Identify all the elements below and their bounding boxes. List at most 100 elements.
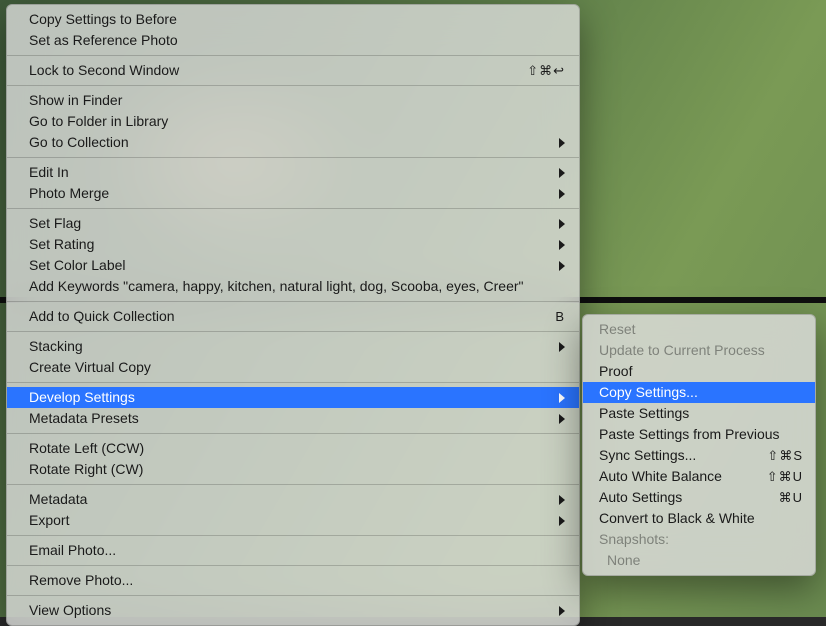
submenu-update-process: Update to Current Process bbox=[583, 340, 815, 361]
menu-separator bbox=[7, 208, 579, 209]
menu-view-options[interactable]: View Options bbox=[7, 600, 579, 625]
menu-lock-second-window[interactable]: Lock to Second Window ⇧⌘↩ bbox=[7, 60, 579, 81]
menu-separator bbox=[7, 301, 579, 302]
chevron-right-icon bbox=[559, 189, 565, 199]
menu-stacking[interactable]: Stacking bbox=[7, 336, 579, 357]
menu-separator bbox=[7, 433, 579, 434]
menu-separator bbox=[7, 85, 579, 86]
chevron-right-icon bbox=[559, 342, 565, 352]
menu-separator bbox=[7, 565, 579, 566]
menu-show-finder[interactable]: Show in Finder bbox=[7, 90, 579, 111]
menu-item-label: Metadata bbox=[29, 491, 549, 508]
develop-settings-submenu: Reset Update to Current Process Proof Co… bbox=[582, 314, 816, 576]
chevron-right-icon bbox=[559, 393, 565, 403]
submenu-snapshots-none: None bbox=[583, 550, 815, 575]
menu-email-photo[interactable]: Email Photo... bbox=[7, 540, 579, 561]
menu-develop-settings[interactable]: Develop Settings bbox=[7, 387, 579, 408]
menu-item-label: Rotate Left (CCW) bbox=[29, 440, 565, 457]
menu-metadata-presets[interactable]: Metadata Presets bbox=[7, 408, 579, 429]
menu-item-label: Show in Finder bbox=[29, 92, 565, 109]
menu-item-label: Go to Folder in Library bbox=[29, 113, 565, 130]
submenu-auto-white-balance[interactable]: Auto White Balance ⇧⌘U bbox=[583, 466, 815, 487]
menu-item-label: Go to Collection bbox=[29, 134, 549, 151]
shortcut-label: ⌘U bbox=[779, 489, 803, 506]
menu-item-label: Snapshots: bbox=[599, 531, 803, 548]
menu-set-reference[interactable]: Set as Reference Photo bbox=[7, 30, 579, 51]
chevron-right-icon bbox=[559, 219, 565, 229]
menu-metadata[interactable]: Metadata bbox=[7, 489, 579, 510]
shortcut-label: ⇧⌘↩ bbox=[527, 62, 565, 79]
submenu-copy-settings[interactable]: Copy Settings... bbox=[583, 382, 815, 403]
menu-set-color-label[interactable]: Set Color Label bbox=[7, 255, 579, 276]
menu-separator bbox=[7, 55, 579, 56]
menu-add-quick-collection[interactable]: Add to Quick Collection B bbox=[7, 306, 579, 327]
menu-go-collection[interactable]: Go to Collection bbox=[7, 132, 579, 153]
menu-item-label: Proof bbox=[599, 363, 803, 380]
menu-item-label: Create Virtual Copy bbox=[29, 359, 565, 376]
submenu-convert-bw[interactable]: Convert to Black & White bbox=[583, 508, 815, 529]
menu-item-label: Sync Settings... bbox=[599, 447, 757, 464]
menu-item-label: Remove Photo... bbox=[29, 572, 565, 589]
submenu-snapshots-header: Snapshots: bbox=[583, 529, 815, 550]
menu-item-label: Add to Quick Collection bbox=[29, 308, 545, 325]
chevron-right-icon bbox=[559, 168, 565, 178]
menu-item-label: Add Keywords "camera, happy, kitchen, na… bbox=[29, 278, 565, 295]
menu-edit-in[interactable]: Edit In bbox=[7, 162, 579, 183]
menu-item-label: Set Flag bbox=[29, 215, 549, 232]
menu-separator bbox=[7, 484, 579, 485]
menu-item-label: Stacking bbox=[29, 338, 549, 355]
menu-item-label: Set Rating bbox=[29, 236, 549, 253]
submenu-paste-previous[interactable]: Paste Settings from Previous bbox=[583, 424, 815, 445]
menu-item-label: Auto White Balance bbox=[599, 468, 757, 485]
menu-set-rating[interactable]: Set Rating bbox=[7, 234, 579, 255]
menu-item-label: Photo Merge bbox=[29, 185, 549, 202]
menu-set-flag[interactable]: Set Flag bbox=[7, 213, 579, 234]
menu-item-label: Set as Reference Photo bbox=[29, 32, 565, 49]
chevron-right-icon bbox=[559, 495, 565, 505]
chevron-right-icon bbox=[559, 414, 565, 424]
menu-item-label: Copy Settings to Before bbox=[29, 11, 565, 28]
menu-separator bbox=[7, 595, 579, 596]
menu-item-label: Lock to Second Window bbox=[29, 62, 517, 79]
menu-rotate-right[interactable]: Rotate Right (CW) bbox=[7, 459, 579, 480]
menu-item-label: None bbox=[607, 552, 803, 569]
menu-item-label: Update to Current Process bbox=[599, 342, 803, 359]
menu-item-label: View Options bbox=[29, 602, 549, 619]
menu-photo-merge[interactable]: Photo Merge bbox=[7, 183, 579, 204]
menu-item-label: Develop Settings bbox=[29, 389, 549, 406]
context-menu: Copy Settings to Before Set as Reference… bbox=[6, 4, 580, 626]
menu-separator bbox=[7, 535, 579, 536]
menu-item-label: Email Photo... bbox=[29, 542, 565, 559]
shortcut-label: ⇧⌘S bbox=[767, 447, 803, 464]
menu-create-virtual-copy[interactable]: Create Virtual Copy bbox=[7, 357, 579, 378]
menu-item-label: Paste Settings bbox=[599, 405, 803, 422]
chevron-right-icon bbox=[559, 261, 565, 271]
menu-copy-settings-before[interactable]: Copy Settings to Before bbox=[7, 5, 579, 30]
menu-separator bbox=[7, 331, 579, 332]
menu-item-label: Copy Settings... bbox=[599, 384, 803, 401]
menu-item-label: Edit In bbox=[29, 164, 549, 181]
menu-item-label: Reset bbox=[599, 321, 803, 338]
menu-go-folder[interactable]: Go to Folder in Library bbox=[7, 111, 579, 132]
menu-rotate-left[interactable]: Rotate Left (CCW) bbox=[7, 438, 579, 459]
submenu-auto-settings[interactable]: Auto Settings ⌘U bbox=[583, 487, 815, 508]
menu-item-label: Metadata Presets bbox=[29, 410, 549, 427]
submenu-sync-settings[interactable]: Sync Settings... ⇧⌘S bbox=[583, 445, 815, 466]
submenu-proof[interactable]: Proof bbox=[583, 361, 815, 382]
menu-item-label: Convert to Black & White bbox=[599, 510, 803, 527]
menu-export[interactable]: Export bbox=[7, 510, 579, 531]
menu-separator bbox=[7, 382, 579, 383]
shortcut-label: ⇧⌘U bbox=[767, 468, 803, 485]
menu-add-keywords[interactable]: Add Keywords "camera, happy, kitchen, na… bbox=[7, 276, 579, 297]
menu-remove-photo[interactable]: Remove Photo... bbox=[7, 570, 579, 591]
menu-item-label: Set Color Label bbox=[29, 257, 549, 274]
menu-item-label: Export bbox=[29, 512, 549, 529]
chevron-right-icon bbox=[559, 516, 565, 526]
submenu-paste-settings[interactable]: Paste Settings bbox=[583, 403, 815, 424]
submenu-reset: Reset bbox=[583, 315, 815, 340]
menu-item-label: Paste Settings from Previous bbox=[599, 426, 803, 443]
menu-item-label: Auto Settings bbox=[599, 489, 769, 506]
shortcut-label: B bbox=[555, 308, 565, 325]
chevron-right-icon bbox=[559, 138, 565, 148]
chevron-right-icon bbox=[559, 240, 565, 250]
